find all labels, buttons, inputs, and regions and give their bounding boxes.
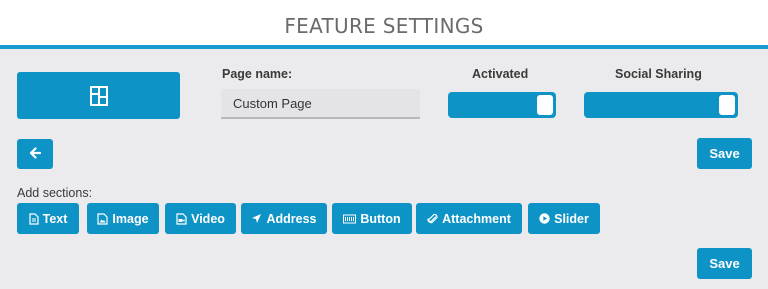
toggle-knob xyxy=(537,95,553,115)
section-label: Text xyxy=(42,211,68,226)
page-name-label: Page name: xyxy=(222,67,293,81)
add-text-button[interactable]: Text xyxy=(17,203,79,234)
activated-label: Activated xyxy=(472,67,529,81)
add-attachment-button[interactable]: Attachment xyxy=(416,203,522,234)
toggle-knob xyxy=(719,95,735,115)
social-sharing-toggle[interactable] xyxy=(584,92,738,118)
back-button[interactable] xyxy=(17,139,53,169)
activated-toggle[interactable] xyxy=(448,92,556,118)
section-label: Address xyxy=(266,211,317,226)
add-image-button[interactable]: Image xyxy=(87,203,159,234)
section-label: Slider xyxy=(554,211,589,226)
section-label: Attachment xyxy=(442,211,511,226)
save-button-bottom[interactable]: Save xyxy=(697,248,752,279)
layout-button[interactable] xyxy=(17,72,180,119)
layout-icon xyxy=(89,85,109,107)
location-arrow-icon xyxy=(251,213,262,224)
video-icon xyxy=(176,212,187,225)
section-label: Video xyxy=(191,211,225,226)
save-button-top[interactable]: Save xyxy=(697,138,752,169)
button-icon xyxy=(343,214,357,224)
add-address-button[interactable]: Address xyxy=(241,203,327,234)
document-icon xyxy=(29,212,39,225)
page-header: FEATURE SETTINGS xyxy=(0,0,768,49)
section-label: Button xyxy=(360,211,401,226)
add-sections-label: Add sections: xyxy=(17,186,93,200)
page-name-input[interactable] xyxy=(221,89,420,119)
add-slider-button[interactable]: Slider xyxy=(528,203,600,234)
arrow-left-icon xyxy=(29,146,42,163)
add-button-button[interactable]: Button xyxy=(332,203,412,234)
add-video-button[interactable]: Video xyxy=(165,203,236,234)
page-title: FEATURE SETTINGS xyxy=(284,13,484,38)
paperclip-icon xyxy=(427,213,438,225)
section-label: Image xyxy=(112,211,149,226)
social-sharing-label: Social Sharing xyxy=(615,67,702,81)
image-icon xyxy=(97,212,109,225)
play-circle-icon xyxy=(539,213,550,224)
